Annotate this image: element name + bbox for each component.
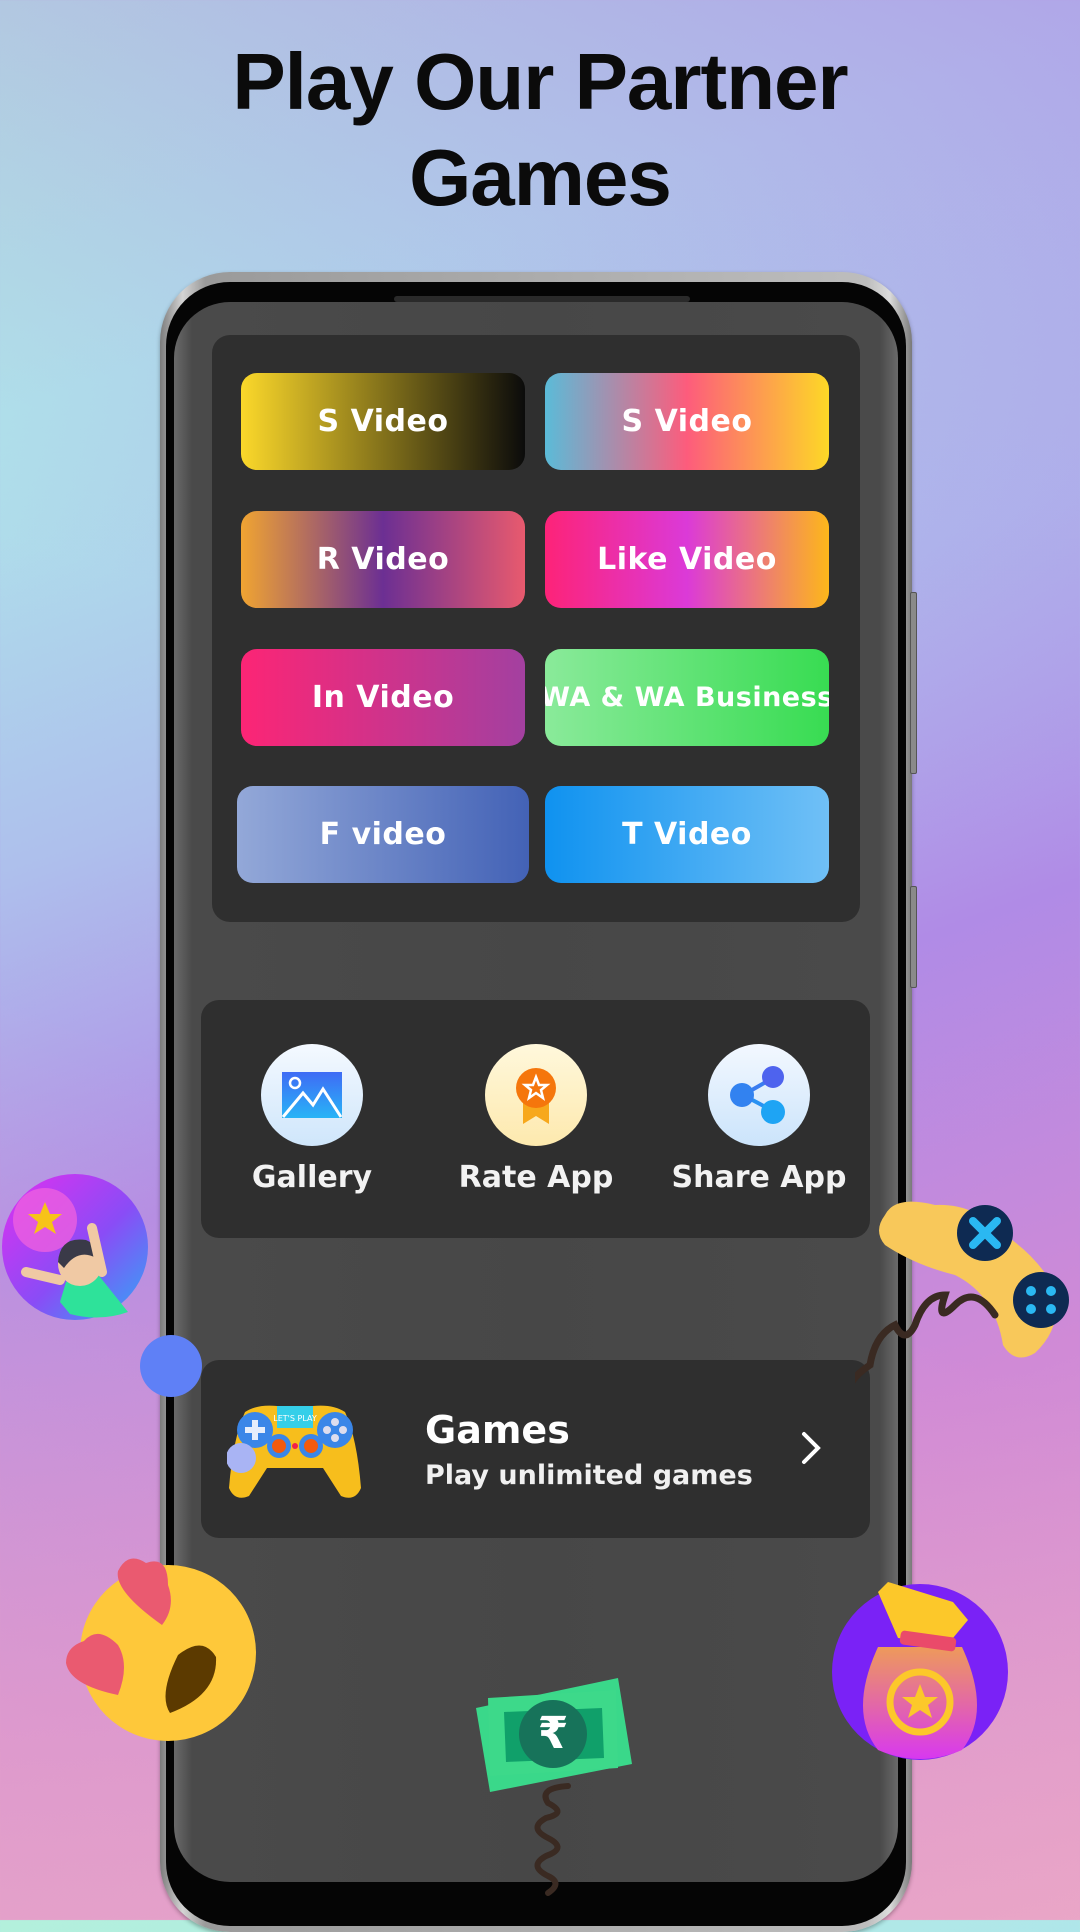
video-button-f-video[interactable]: F video: [237, 786, 529, 883]
phone-power-button: [910, 886, 917, 988]
video-button-label: Like Video: [597, 542, 777, 577]
share-app-button[interactable]: Share App: [659, 1044, 859, 1195]
share-icon-circle: [708, 1044, 810, 1146]
blue-dot-decoration: [140, 1335, 202, 1397]
gallery-label: Gallery: [251, 1160, 373, 1195]
image-icon: [281, 1072, 343, 1118]
rupee-cash-sticker-icon: ₹: [476, 1678, 632, 1896]
gamepad-sticker-icon: [855, 1201, 1069, 1384]
money-bag-sticker-icon: [832, 1582, 1008, 1760]
controller-screen-text: LET'S PLAY: [273, 1414, 317, 1423]
video-button-wa-wa-business[interactable]: WA & WA Business: [545, 649, 829, 746]
award-star-icon: [516, 1068, 556, 1124]
headline-line-2: Games: [409, 133, 672, 222]
video-button-label: T Video: [622, 817, 752, 852]
headline-line-1: Play Our Partner: [232, 37, 848, 126]
video-button-in-video[interactable]: In Video: [241, 649, 525, 746]
share-icon: [730, 1066, 785, 1124]
gallery-icon-circle: [261, 1044, 363, 1146]
video-button-label: S Video: [317, 404, 449, 439]
video-button-s-video[interactable]: S Video: [241, 373, 525, 470]
rate-app-label: Rate App: [458, 1160, 614, 1195]
games-title: Games: [425, 1408, 570, 1452]
chevron-right-icon: [802, 1432, 821, 1464]
video-button-label: S Video: [621, 404, 753, 439]
game-controller-icon: LET'S PLAY: [227, 1405, 361, 1498]
games-card[interactable]: LET'S PLAY Games Play unlimited games: [201, 1360, 870, 1538]
page-headline: Play Our Partner Games: [0, 34, 1080, 226]
video-button-label: F video: [319, 817, 447, 852]
phone-volume-button: [910, 592, 917, 774]
quick-actions-panel: Gallery Rate App Share App: [201, 1000, 870, 1238]
video-button-label: In Video: [311, 680, 455, 715]
gallery-button[interactable]: Gallery: [212, 1044, 412, 1195]
happy-kid-sticker-icon: [2, 1174, 148, 1320]
video-button-label: R Video: [316, 542, 450, 577]
share-app-label: Share App: [671, 1160, 847, 1195]
video-button-like-video[interactable]: Like Video: [545, 511, 829, 608]
video-button-label: WA & WA Business: [545, 682, 829, 713]
games-subtitle: Play unlimited games: [425, 1460, 753, 1491]
rate-icon-circle: [485, 1044, 587, 1146]
video-button-r-video[interactable]: R Video: [241, 511, 525, 608]
video-button-t-video[interactable]: T Video: [545, 786, 829, 883]
rupee-symbol: ₹: [538, 1708, 569, 1759]
video-button-s-video[interactable]: S Video: [545, 373, 829, 470]
rate-app-button[interactable]: Rate App: [436, 1044, 636, 1195]
heart-eyes-emoji-icon: [66, 1558, 256, 1741]
